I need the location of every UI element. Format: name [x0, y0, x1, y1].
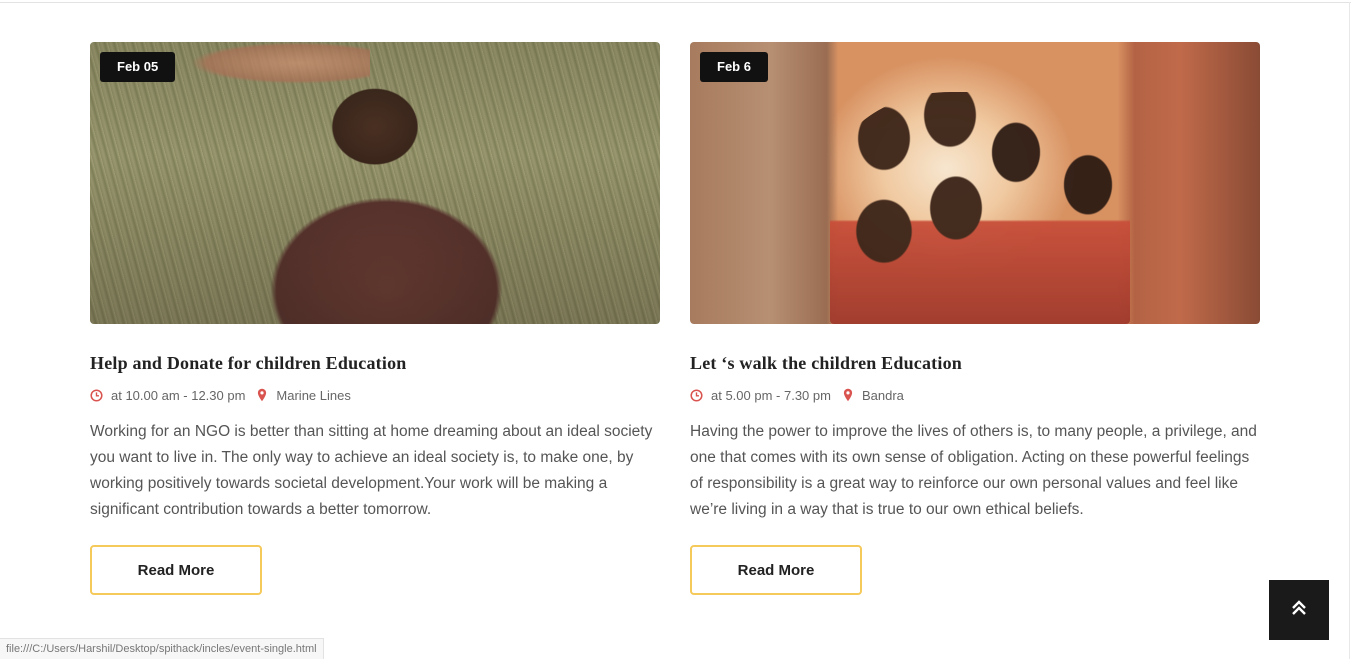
date-badge: Feb 05: [100, 52, 176, 82]
browser-status-url: file:///C:/Users/Harshil/Desktop/spithac…: [0, 638, 324, 659]
event-card-2: Feb 6 Let ‘s walk the children Education…: [690, 42, 1260, 595]
event-time: at 5.00 pm - 7.30 pm: [711, 387, 831, 403]
read-more-button[interactable]: Read More: [90, 545, 262, 595]
event-image-2[interactable]: Feb 6: [690, 42, 1260, 324]
event-meta: at 10.00 am - 12.30 pm Marine Lines: [90, 385, 660, 405]
date-badge: Feb 6: [700, 52, 768, 82]
top-divider: [0, 2, 1351, 3]
map-marker-icon: [257, 388, 267, 402]
event-meta: at 5.00 pm - 7.30 pm Bandra: [690, 385, 1260, 405]
image-shade: [90, 42, 660, 324]
scrollbar-edge: [1349, 2, 1350, 659]
event-card-1: Feb 05 Help and Donate for children Educ…: [90, 42, 660, 595]
clock-icon: [690, 388, 703, 402]
event-description: Working for an NGO is better than sittin…: [90, 423, 653, 518]
read-more-button[interactable]: Read More: [690, 545, 862, 595]
event-title[interactable]: Help and Donate for children Education: [90, 351, 660, 375]
event-time: at 10.00 am - 12.30 pm: [111, 387, 246, 403]
event-image-1[interactable]: Feb 05: [90, 42, 660, 324]
events-page: Feb 05 Help and Donate for children Educ…: [0, 0, 1351, 659]
map-marker-icon: [843, 388, 853, 402]
image-detail: [190, 42, 370, 84]
double-chevron-up-icon: [1290, 599, 1308, 622]
event-location: Marine Lines: [276, 387, 351, 403]
event-title[interactable]: Let ‘s walk the children Education: [690, 351, 1260, 375]
event-description: Having the power to improve the lives of…: [690, 423, 1257, 518]
clock-icon: [90, 388, 103, 402]
event-location: Bandra: [861, 387, 904, 403]
image-detail: [830, 92, 1130, 324]
back-to-top-button[interactable]: [1269, 580, 1329, 640]
